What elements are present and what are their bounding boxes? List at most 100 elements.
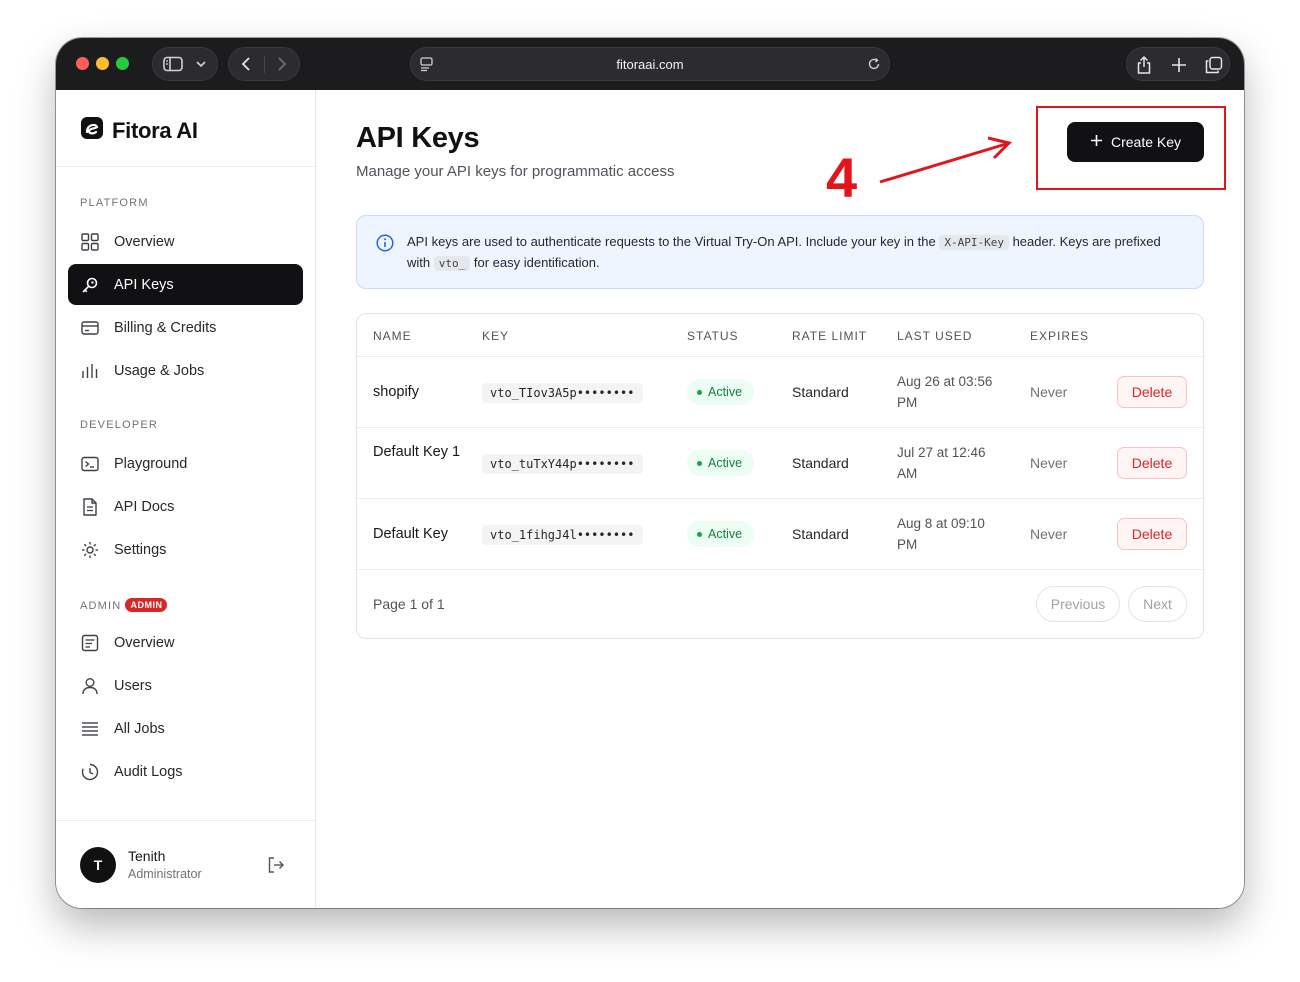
- key-name: Default Key: [373, 526, 448, 542]
- api-keys-table: NAME KEY STATUS RATE LIMIT LAST USED EXP…: [356, 313, 1204, 639]
- table-row: shopify vto_TIov3A5p•••••••• Active Stan…: [357, 356, 1203, 427]
- forward-icon[interactable]: [273, 56, 289, 72]
- page-subtitle: Manage your API keys for programmatic ac…: [356, 163, 675, 180]
- sidebar-item-label: Playground: [114, 455, 188, 472]
- column-header: RATE LIMIT: [792, 329, 868, 343]
- chevron-down-icon[interactable]: [195, 58, 207, 70]
- expires: Never: [1030, 384, 1068, 400]
- list-icon: [80, 719, 100, 739]
- info-text-part: API keys are used to authenticate reques…: [407, 234, 936, 249]
- sidebar-item-playground[interactable]: Playground: [68, 443, 303, 484]
- annotation-step-number: 4: [826, 146, 858, 209]
- zoom-window-button[interactable]: [116, 57, 129, 70]
- back-icon[interactable]: [239, 56, 255, 72]
- bar-chart-icon: [80, 361, 100, 381]
- delete-button[interactable]: Delete: [1117, 447, 1187, 479]
- annotation-highlight-box: [1036, 106, 1226, 190]
- avatar[interactable]: T: [80, 847, 116, 883]
- sidebar-item-settings[interactable]: Settings: [68, 529, 303, 570]
- document-icon: [80, 497, 100, 517]
- status-dot-icon: [697, 389, 702, 395]
- sidebar-item-audit-logs[interactable]: Audit Logs: [68, 751, 303, 792]
- divider: [56, 166, 316, 167]
- browser-actions-group: [1126, 47, 1230, 81]
- status-badge: Active: [687, 450, 755, 476]
- info-text-part: for easy identification.: [473, 255, 600, 270]
- section-label-platform: PLATFORM: [80, 197, 149, 209]
- close-window-button[interactable]: [76, 57, 89, 70]
- key-value: vto_tuTxY44p••••••••: [482, 454, 643, 474]
- sidebar-item-label: API Docs: [114, 498, 175, 515]
- sidebar-item-api-docs[interactable]: API Docs: [68, 486, 303, 527]
- share-icon[interactable]: [1135, 55, 1153, 75]
- expires: Never: [1030, 526, 1068, 542]
- status-text: Active: [708, 456, 743, 470]
- admin-section-title: ADMIN: [80, 600, 122, 612]
- sidebar-item-label: Overview: [114, 233, 175, 250]
- address-bar[interactable]: fitoraai.com: [410, 47, 890, 81]
- code-snippet: X-API-Key: [939, 235, 1009, 250]
- sidebar-item-admin-overview[interactable]: Overview: [68, 622, 303, 663]
- sidebar-item-billing[interactable]: Billing & Credits: [68, 307, 303, 348]
- user-name: Tenith: [128, 848, 166, 864]
- delete-button[interactable]: Delete: [1117, 376, 1187, 408]
- sidebar-toggle-group: [152, 47, 218, 81]
- sidebar-item-label: All Jobs: [114, 720, 165, 737]
- status-dot-icon: [697, 460, 702, 466]
- status-badge: Active: [687, 521, 755, 547]
- tab-overview-icon[interactable]: [1205, 56, 1223, 74]
- sidebar-item-label: Billing & Credits: [114, 319, 217, 336]
- main-content: API Keys Manage your API keys for progra…: [316, 90, 1244, 908]
- status-text: Active: [708, 385, 743, 399]
- key-value: vto_TIov3A5p••••••••: [482, 383, 643, 403]
- minimize-window-button[interactable]: [96, 57, 109, 70]
- info-banner: API keys are used to authenticate reques…: [356, 215, 1204, 289]
- sidebar-item-label: API Keys: [114, 276, 174, 293]
- brand-name: Fitora AI: [112, 117, 198, 143]
- section-label-admin: ADMIN ADMIN: [80, 598, 168, 612]
- sidebar-item-users[interactable]: Users: [68, 665, 303, 706]
- key-value: vto_1fihgJ4l••••••••: [482, 525, 643, 545]
- page-info: Page 1 of 1: [373, 596, 445, 612]
- admin-badge: ADMIN: [125, 598, 168, 612]
- page-title: API Keys: [356, 122, 480, 154]
- rate-limit: Standard: [792, 526, 849, 542]
- browser-window: fitoraai.com Fitora AI PLATFORM Overview…: [56, 38, 1244, 908]
- gear-icon: [80, 540, 100, 560]
- sidebar-item-api-keys[interactable]: API Keys: [68, 264, 303, 305]
- new-tab-icon[interactable]: [1171, 57, 1187, 73]
- browser-titlebar: fitoraai.com: [56, 38, 1244, 90]
- history-icon: [80, 762, 100, 782]
- delete-button[interactable]: Delete: [1117, 518, 1187, 550]
- logout-icon[interactable]: [267, 856, 285, 879]
- sidebar-item-label: Settings: [114, 541, 167, 558]
- reload-icon[interactable]: [867, 57, 881, 71]
- sidebar-item-label: Users: [114, 677, 152, 694]
- last-used: Aug 8 at 09:10 PM: [897, 516, 985, 552]
- rate-limit: Standard: [792, 384, 849, 400]
- user-role: Administrator: [128, 867, 202, 881]
- next-page-button[interactable]: Next: [1128, 586, 1187, 622]
- column-header: STATUS: [687, 329, 739, 343]
- sidebar-item-all-jobs[interactable]: All Jobs: [68, 708, 303, 749]
- sidebar-item-overview[interactable]: Overview: [68, 221, 303, 262]
- key-icon: [80, 275, 100, 295]
- fitora-logo-icon: [80, 116, 104, 145]
- annotation-arrow-icon: [879, 136, 1012, 184]
- previous-page-button[interactable]: Previous: [1036, 586, 1120, 622]
- terminal-icon: [80, 454, 100, 474]
- expires: Never: [1030, 455, 1068, 471]
- section-label-developer: DEVELOPER: [80, 419, 159, 431]
- pagination: Page 1 of 1 Previous Next: [357, 569, 1203, 639]
- table-row: Default Key vto_1fihgJ4l•••••••• Active …: [357, 498, 1203, 569]
- sidebar-toggle-icon[interactable]: [163, 56, 183, 72]
- code-snippet: vto_: [433, 256, 471, 271]
- sidebar-item-usage[interactable]: Usage & Jobs: [68, 350, 303, 391]
- brand[interactable]: Fitora AI: [80, 116, 198, 145]
- divider: [56, 820, 316, 821]
- key-name: Default Key 1: [373, 444, 461, 460]
- status-badge: Active: [687, 379, 755, 405]
- last-used: Jul 27 at 12:46 AM: [897, 445, 986, 481]
- rate-limit: Standard: [792, 455, 849, 471]
- info-icon: [376, 234, 394, 257]
